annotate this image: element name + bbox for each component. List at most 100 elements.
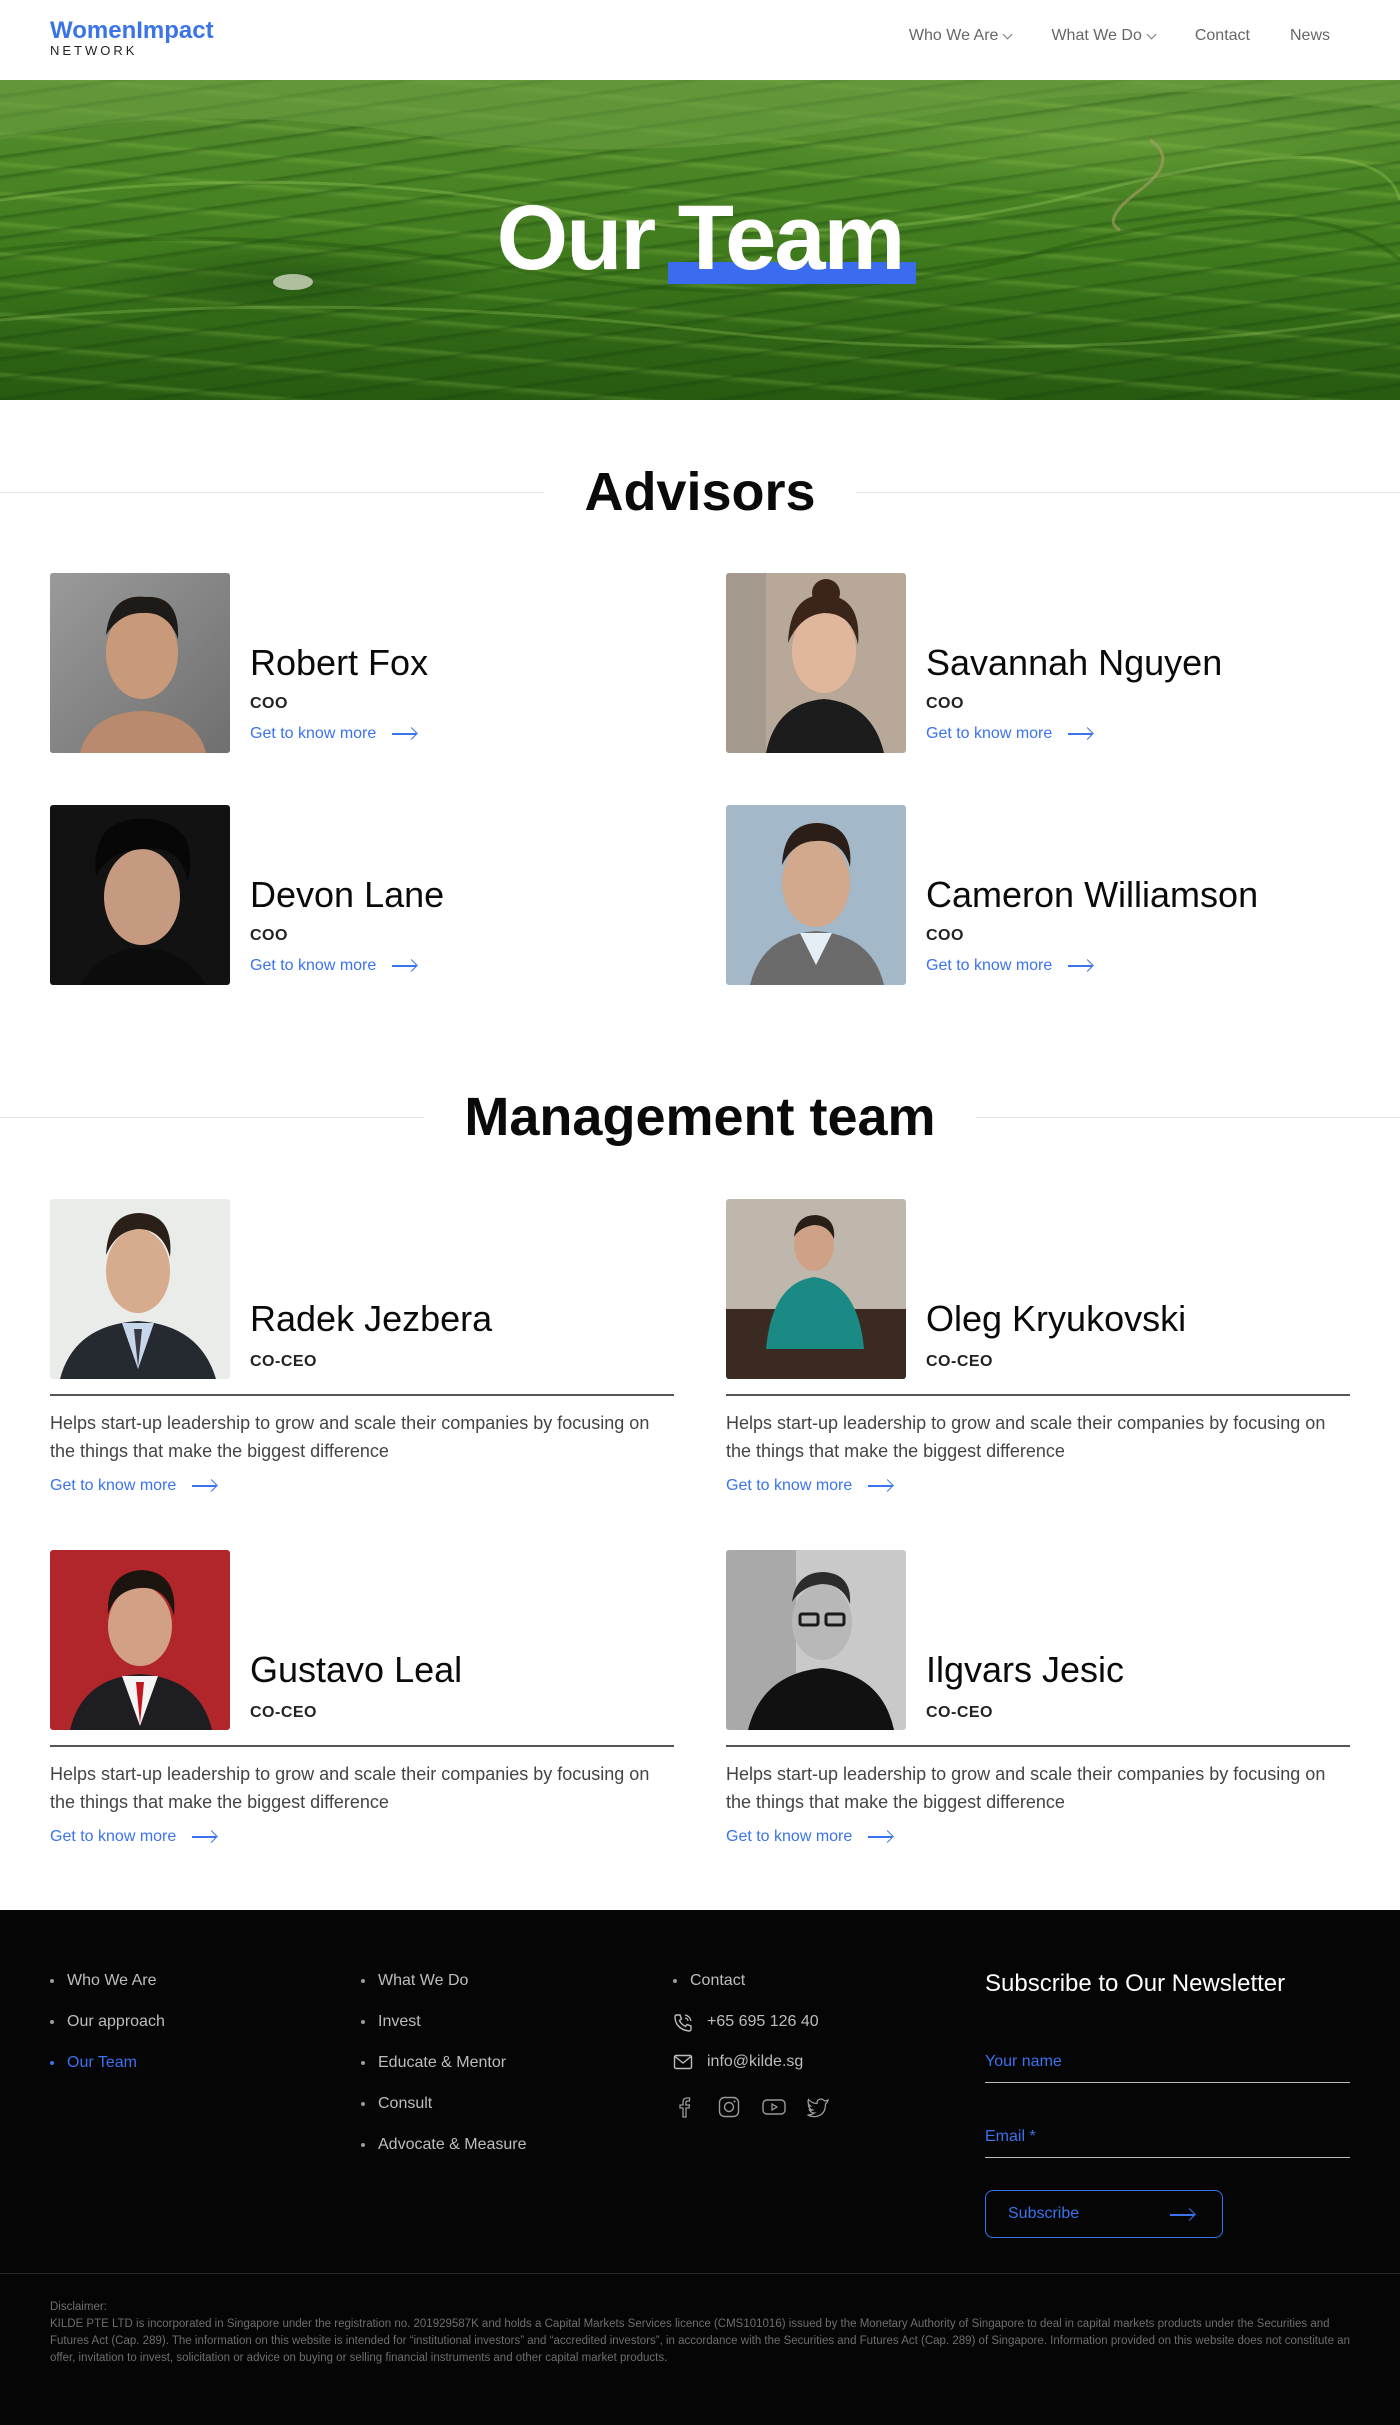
main-nav: Who We Are What We Do Contact News (869, 27, 1330, 45)
nav-label: What We Do (1051, 27, 1142, 44)
card-divider (726, 1394, 1350, 1396)
person-name: Radek Jezbera (250, 1298, 493, 1339)
twitter-icon[interactable] (805, 2095, 833, 2119)
arrow-right-icon (1068, 733, 1094, 735)
know-more-label: Get to know more (250, 725, 377, 742)
person-name: Cameron Williamson (926, 874, 1259, 915)
footer-link-label: Who We Are (67, 1972, 157, 1989)
footer-col-who-we-are: Who We Are Our approach Our Team (50, 1972, 165, 2095)
know-more-link[interactable]: Get to know more (726, 1828, 894, 1846)
footer-link-our-team[interactable]: Our Team (50, 2054, 165, 2095)
bullet-icon (361, 2143, 365, 2147)
name-field-placeholder: Your name (985, 2053, 1062, 2070)
nav-what-we-do[interactable]: What We Do (1051, 27, 1157, 45)
know-more-label: Get to know more (726, 1477, 853, 1494)
arrow-right-icon (192, 1836, 218, 1838)
arrow-right-icon (868, 1485, 894, 1487)
youtube-icon[interactable] (761, 2095, 789, 2119)
footer-link-who-we-are[interactable]: Who We Are (50, 1972, 165, 2013)
footer-link-advocate-measure[interactable]: Advocate & Measure (361, 2136, 527, 2177)
phone-icon (674, 2014, 692, 2032)
know-more-label: Get to know more (726, 1828, 853, 1845)
footer-link-label: Consult (378, 2095, 433, 2112)
nav-news[interactable]: News (1290, 27, 1330, 45)
know-more-label: Get to know more (926, 725, 1053, 742)
manager-card: Gustavo Leal CO-CEO Helps start-up leade… (50, 1550, 674, 1860)
page-title-word-1: Our (496, 187, 657, 289)
person-role: CO-CEO (250, 1353, 317, 1370)
disclaimer: Disclaimer: KILDE PTE LTD is incorporate… (50, 2299, 1350, 2367)
heading-rule-right (960, 1117, 1400, 1118)
know-more-link[interactable]: Get to know more (50, 1477, 218, 1495)
footer-col-contact: Contact +65 695 126 40 info@kilde.sg (673, 1972, 833, 2119)
management-title: Management team (424, 1087, 976, 1147)
bullet-icon (361, 2020, 365, 2024)
know-more-link[interactable]: Get to know more (250, 725, 418, 743)
bullet-icon (50, 2061, 54, 2065)
nav-who-we-are[interactable]: Who We Are (908, 27, 1013, 45)
person-role: COO (250, 927, 288, 944)
contact-email[interactable]: info@kilde.sg (673, 2053, 833, 2093)
nav-contact[interactable]: Contact (1195, 27, 1250, 45)
nav-label: Who We Are (908, 27, 999, 44)
site-header: WomenImpact NETWORK Who We Are What We D… (0, 0, 1400, 80)
know-more-link[interactable]: Get to know more (50, 1828, 218, 1846)
instagram-icon[interactable] (717, 2095, 745, 2119)
nav-label: Contact (1194, 27, 1250, 44)
bullet-icon (361, 2102, 365, 2106)
know-more-link[interactable]: Get to know more (250, 957, 418, 975)
person-description: Helps start-up leadership to grow and sc… (726, 1413, 1326, 1461)
person-role: CO-CEO (926, 1353, 993, 1370)
bullet-icon (361, 1979, 365, 1983)
manager-card: Radek Jezbera CO-CEO Helps start-up lead… (50, 1199, 674, 1509)
footer-divider (0, 2273, 1400, 2274)
footer-link-label: Educate & Mentor (378, 2054, 507, 2071)
logo[interactable]: WomenImpact NETWORK (50, 18, 214, 58)
heading-rule-right (850, 492, 1400, 493)
social-links (673, 2095, 833, 2119)
person-role: COO (926, 927, 964, 944)
contact-phone[interactable]: +65 695 126 40 (673, 2013, 833, 2053)
footer-link-contact[interactable]: Contact (673, 1972, 833, 2013)
facebook-icon[interactable] (673, 2095, 701, 2119)
footer-link-our-approach[interactable]: Our approach (50, 2013, 165, 2054)
avatar (726, 805, 906, 985)
heading-rule-left (0, 492, 550, 493)
footer-link-label: Our approach (67, 2013, 165, 2030)
avatar (726, 573, 906, 753)
footer-link-invest[interactable]: Invest (361, 2013, 527, 2054)
arrow-right-icon (1068, 965, 1094, 967)
bullet-icon (361, 2061, 365, 2065)
person-description: Helps start-up leadership to grow and sc… (50, 1413, 650, 1461)
know-more-link[interactable]: Get to know more (926, 957, 1094, 975)
email-field[interactable]: Email * (985, 2128, 1350, 2158)
email-field-placeholder: Email * (985, 2128, 1036, 2145)
page-title: Our Team (0, 188, 1400, 288)
footer-link-consult[interactable]: Consult (361, 2095, 527, 2136)
footer-link-label: What We Do (378, 1972, 469, 1989)
subscribe-button[interactable]: Subscribe (985, 2190, 1223, 2238)
know-more-link[interactable]: Get to know more (926, 725, 1094, 743)
avatar (50, 1550, 230, 1730)
name-field[interactable]: Your name (985, 2053, 1350, 2083)
footer-col-what-we-do: What We Do Invest Educate & Mentor Consu… (361, 1972, 527, 2177)
person-description: Helps start-up leadership to grow and sc… (726, 1764, 1326, 1812)
person-name: Gustavo Leal (250, 1649, 463, 1690)
know-more-label: Get to know more (926, 957, 1053, 974)
avatar (726, 1550, 906, 1730)
subscribe-label: Subscribe (1008, 2205, 1080, 2222)
footer-link-educate-mentor[interactable]: Educate & Mentor (361, 2054, 527, 2095)
know-more-link[interactable]: Get to know more (726, 1477, 894, 1495)
footer-link-what-we-do[interactable]: What We Do (361, 1972, 527, 2013)
arrow-right-icon (392, 965, 418, 967)
arrow-right-icon (392, 733, 418, 735)
card-divider (726, 1745, 1350, 1747)
avatar (726, 1199, 906, 1379)
disclaimer-text: KILDE PTE LTD is incorporated in Singapo… (50, 2318, 1350, 2364)
advisors-title: Advisors (544, 462, 856, 522)
avatar (50, 573, 230, 753)
chevron-down-icon (1146, 29, 1157, 39)
know-more-label: Get to know more (50, 1477, 177, 1494)
advisors-heading: Advisors (0, 462, 1400, 522)
site-footer: Who We Are Our approach Our Team What We… (0, 1910, 1400, 2425)
